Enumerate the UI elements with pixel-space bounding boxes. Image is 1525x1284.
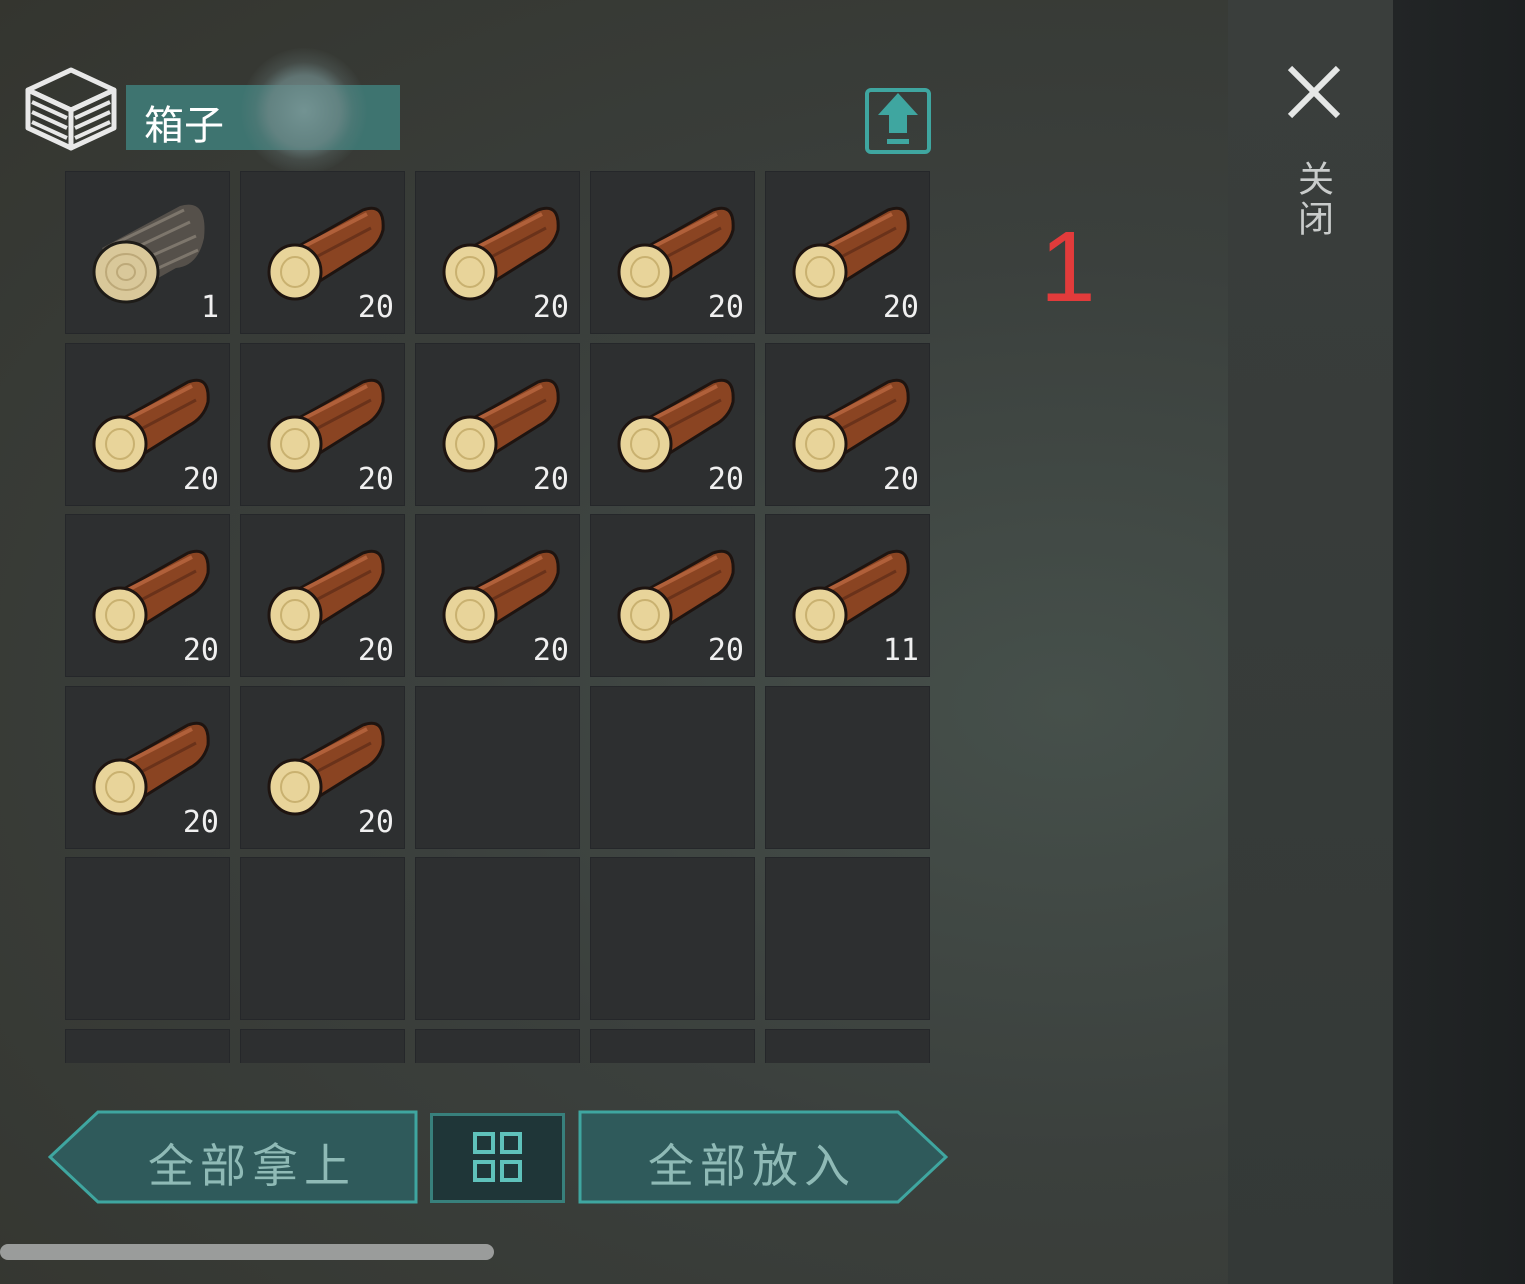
inventory-slot[interactable] [590, 685, 755, 849]
slot-quantity: 20 [357, 804, 394, 840]
inventory-slot[interactable]: 20 [65, 342, 230, 506]
inventory-slot[interactable] [415, 685, 580, 849]
annotation-number: 1 [1040, 211, 1096, 323]
slot-quantity: 20 [882, 461, 919, 497]
horizontal-scrollbar[interactable] [0, 1244, 494, 1260]
slot-quantity: 20 [532, 290, 569, 325]
put-all-button[interactable]: 全部放入 [578, 1110, 949, 1204]
slot-quantity: 1 [200, 290, 219, 325]
slot-quantity: 20 [182, 461, 219, 497]
touch-indicator [241, 48, 367, 174]
inventory-slot[interactable] [415, 857, 580, 1020]
sort-grid-icon [473, 1132, 522, 1182]
slot-quantity: 20 [882, 290, 919, 325]
slot-quantity: 20 [182, 633, 219, 668]
slot-quantity: 20 [357, 461, 394, 497]
close-label[interactable]: 关闭 [1288, 160, 1338, 260]
inventory-slot[interactable] [65, 857, 230, 1020]
container-title-bar: 箱子 [126, 48, 400, 174]
inventory-slot[interactable] [765, 685, 930, 849]
inventory-slot[interactable]: 20 [415, 342, 580, 506]
inventory-slot[interactable]: 20 [765, 171, 930, 334]
inventory-slot[interactable] [240, 857, 405, 1020]
sort-button[interactable] [430, 1113, 565, 1203]
slot-quantity: 20 [532, 461, 569, 497]
slot-quantity: 20 [357, 290, 394, 325]
upload-arrow-icon[interactable] [864, 85, 932, 155]
inventory-slot[interactable]: 20 [240, 514, 405, 677]
inventory-grid: 1 20 20 20 20 20 20 20 20 20 20 20 20 20 11 20 20 [65, 171, 931, 1063]
slot-quantity: 20 [707, 633, 744, 668]
inventory-slot[interactable] [765, 1028, 930, 1063]
inventory-slot[interactable]: 20 [240, 342, 405, 506]
inventory-slot[interactable]: 20 [765, 342, 930, 506]
inventory-slot[interactable] [590, 1028, 755, 1063]
slot-quantity: 20 [532, 633, 569, 668]
inventory-slot[interactable]: 20 [240, 171, 405, 334]
inventory-slot[interactable] [590, 857, 755, 1020]
inventory-slot[interactable] [240, 1028, 405, 1063]
inventory-slot[interactable]: 11 [765, 514, 930, 677]
log-item-icon [92, 204, 205, 304]
inventory-slot[interactable]: 20 [65, 514, 230, 677]
slot-quantity: 20 [357, 633, 394, 668]
slot-quantity: 20 [182, 804, 219, 840]
close-x-icon[interactable] [1282, 60, 1346, 124]
inventory-slot[interactable] [415, 1028, 580, 1063]
inventory-slot[interactable]: 20 [65, 685, 230, 849]
storage-box-icon [25, 67, 117, 151]
slot-quantity: 20 [707, 461, 744, 497]
take-all-label: 全部拿上 [148, 1139, 356, 1193]
inventory-slot[interactable] [765, 857, 930, 1020]
inventory-slot[interactable]: 20 [240, 685, 405, 849]
inventory-slot[interactable]: 20 [415, 171, 580, 334]
slot-quantity: 11 [882, 633, 919, 668]
put-all-label: 全部放入 [648, 1139, 856, 1193]
inventory-slot[interactable]: 20 [590, 171, 755, 334]
container-title: 箱子 [144, 103, 224, 149]
inventory-slot[interactable]: 20 [415, 514, 580, 677]
slot-quantity: 20 [707, 290, 744, 325]
inventory-slot[interactable]: 1 [65, 171, 230, 334]
inventory-slot[interactable]: 20 [590, 514, 755, 677]
inventory-slot[interactable]: 20 [590, 342, 755, 506]
inventory-slot[interactable] [65, 1028, 230, 1063]
screen-edge [1393, 0, 1525, 1284]
take-all-button[interactable]: 全部拿上 [47, 1110, 418, 1204]
